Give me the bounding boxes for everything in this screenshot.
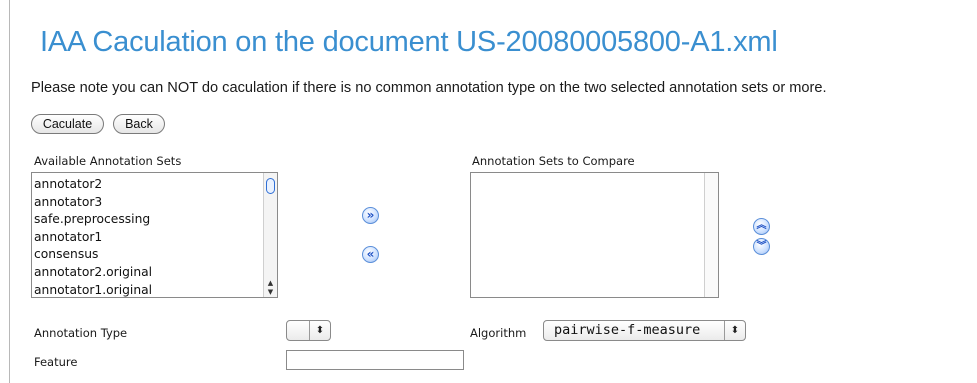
- compare-sets-scrollbar[interactable]: [704, 173, 718, 297]
- list-item[interactable]: annotator2.original: [32, 264, 263, 282]
- list-item[interactable]: annotator3: [32, 194, 263, 212]
- compare-sets-label: Annotation Sets to Compare: [472, 154, 635, 168]
- double-chevron-left-icon[interactable]: «: [362, 246, 379, 263]
- select-stepper-icon: ⬍: [309, 321, 330, 340]
- list-item[interactable]: annotator2: [32, 176, 263, 194]
- compare-sets-list[interactable]: [470, 172, 719, 298]
- calculation-note: Please note you can NOT do caculation if…: [31, 80, 827, 96]
- list-item[interactable]: consensus: [32, 246, 263, 264]
- list-item[interactable]: annotator1: [32, 229, 263, 247]
- algorithm-value: pairwise-f-measure: [554, 322, 701, 338]
- available-sets-label: Available Annotation Sets: [34, 154, 182, 168]
- available-sets-scrollbar[interactable]: ▲ ▼: [263, 173, 277, 297]
- annotation-type-label: Annotation Type: [34, 326, 128, 340]
- calculate-button[interactable]: Caculate: [31, 114, 104, 134]
- list-item[interactable]: annotator1.original: [32, 282, 263, 297]
- feature-label: Feature: [34, 355, 78, 369]
- annotation-type-select[interactable]: ⬍: [286, 320, 331, 341]
- scrollbar-thumb[interactable]: [266, 178, 275, 194]
- double-chevron-up-icon[interactable]: ︽: [753, 218, 770, 235]
- list-item[interactable]: safe.preprocessing: [32, 211, 263, 229]
- algorithm-label: Algorithm: [470, 326, 527, 340]
- select-stepper-icon: ⬍: [724, 321, 745, 340]
- scroll-up-arrow-icon[interactable]: ▲: [264, 279, 277, 288]
- back-button[interactable]: Back: [113, 114, 165, 134]
- scroll-down-arrow-icon[interactable]: ▼: [264, 288, 277, 297]
- algorithm-select[interactable]: pairwise-f-measure ⬍: [543, 320, 746, 341]
- feature-input[interactable]: [286, 350, 464, 370]
- page-title: IAA Caculation on the document US-200800…: [40, 26, 778, 58]
- available-sets-list[interactable]: annotator2 annotator3 safe.preprocessing…: [31, 172, 278, 298]
- double-chevron-right-icon[interactable]: »: [362, 207, 379, 224]
- double-chevron-down-icon[interactable]: ︾: [753, 238, 770, 255]
